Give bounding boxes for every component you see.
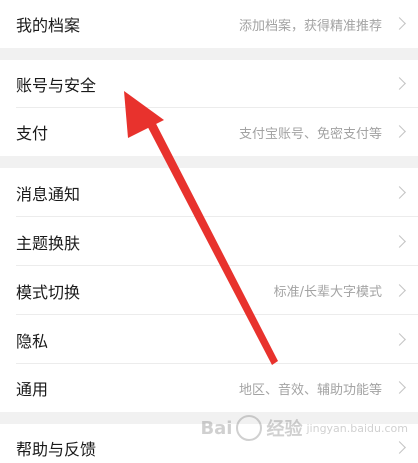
watermark-brand-end: 经验	[266, 419, 303, 440]
chevron-right-icon	[393, 77, 406, 90]
baidu-jingyan-watermark: Bai 经验 jingyan.baidu.com	[200, 415, 408, 441]
chevron-right-icon	[393, 332, 406, 346]
payment-value: 支付宝账号、免密支付等	[238, 126, 382, 142]
chevron-right-icon	[393, 185, 406, 199]
theme-label: 主题换肤	[16, 233, 81, 253]
notifications-label: 消息通知	[16, 184, 81, 204]
privacy-row[interactable]: 隐私	[0, 315, 418, 364]
payment-row[interactable]: 支付 支付宝账号、免密支付等	[0, 108, 418, 156]
chevron-right-icon	[393, 234, 406, 248]
general-row[interactable]: 通用 地区、音效、辅助功能等	[0, 364, 418, 412]
group-account: 账号与安全 支付 支付宝账号、免密支付等	[0, 60, 418, 156]
account-security-row[interactable]: 账号与安全	[0, 60, 418, 108]
help-feedback-label: 帮助与反馈	[16, 440, 97, 459]
privacy-label: 隐私	[16, 331, 49, 351]
chevron-right-icon	[393, 283, 406, 297]
paw-logo-icon	[236, 415, 263, 441]
account-security-label: 账号与安全	[16, 76, 97, 95]
my-profile-row[interactable]: 我的档案 添加档案，获得精准推荐	[0, 0, 418, 48]
chevron-right-icon	[393, 381, 406, 394]
chevron-right-icon	[393, 17, 406, 30]
mode-switch-label: 模式切换	[16, 282, 81, 302]
general-value: 地区、音效、辅助功能等	[238, 382, 382, 398]
watermark-brand: Bai	[200, 417, 233, 439]
notifications-row[interactable]: 消息通知	[0, 168, 418, 217]
chevron-right-icon	[393, 441, 406, 454]
my-profile-label: 我的档案	[16, 16, 81, 35]
theme-row[interactable]: 主题换肤	[0, 217, 418, 266]
chevron-right-icon	[393, 125, 406, 138]
group-profile: 我的档案 添加档案，获得精准推荐	[0, 0, 418, 48]
mode-switch-row[interactable]: 模式切换 标准/长辈大字模式	[0, 266, 418, 315]
watermark-sub: jingyan.baidu.com	[306, 421, 408, 435]
group-general: 消息通知 主题换肤 模式切换 标准/长辈大字模式 隐私 通用 地区、音效、辅助功…	[0, 168, 418, 412]
payment-label: 支付	[16, 124, 49, 143]
mode-switch-value: 标准/长辈大字模式	[273, 285, 382, 300]
my-profile-value: 添加档案，获得精准推荐	[238, 18, 382, 34]
general-label: 通用	[16, 380, 49, 399]
